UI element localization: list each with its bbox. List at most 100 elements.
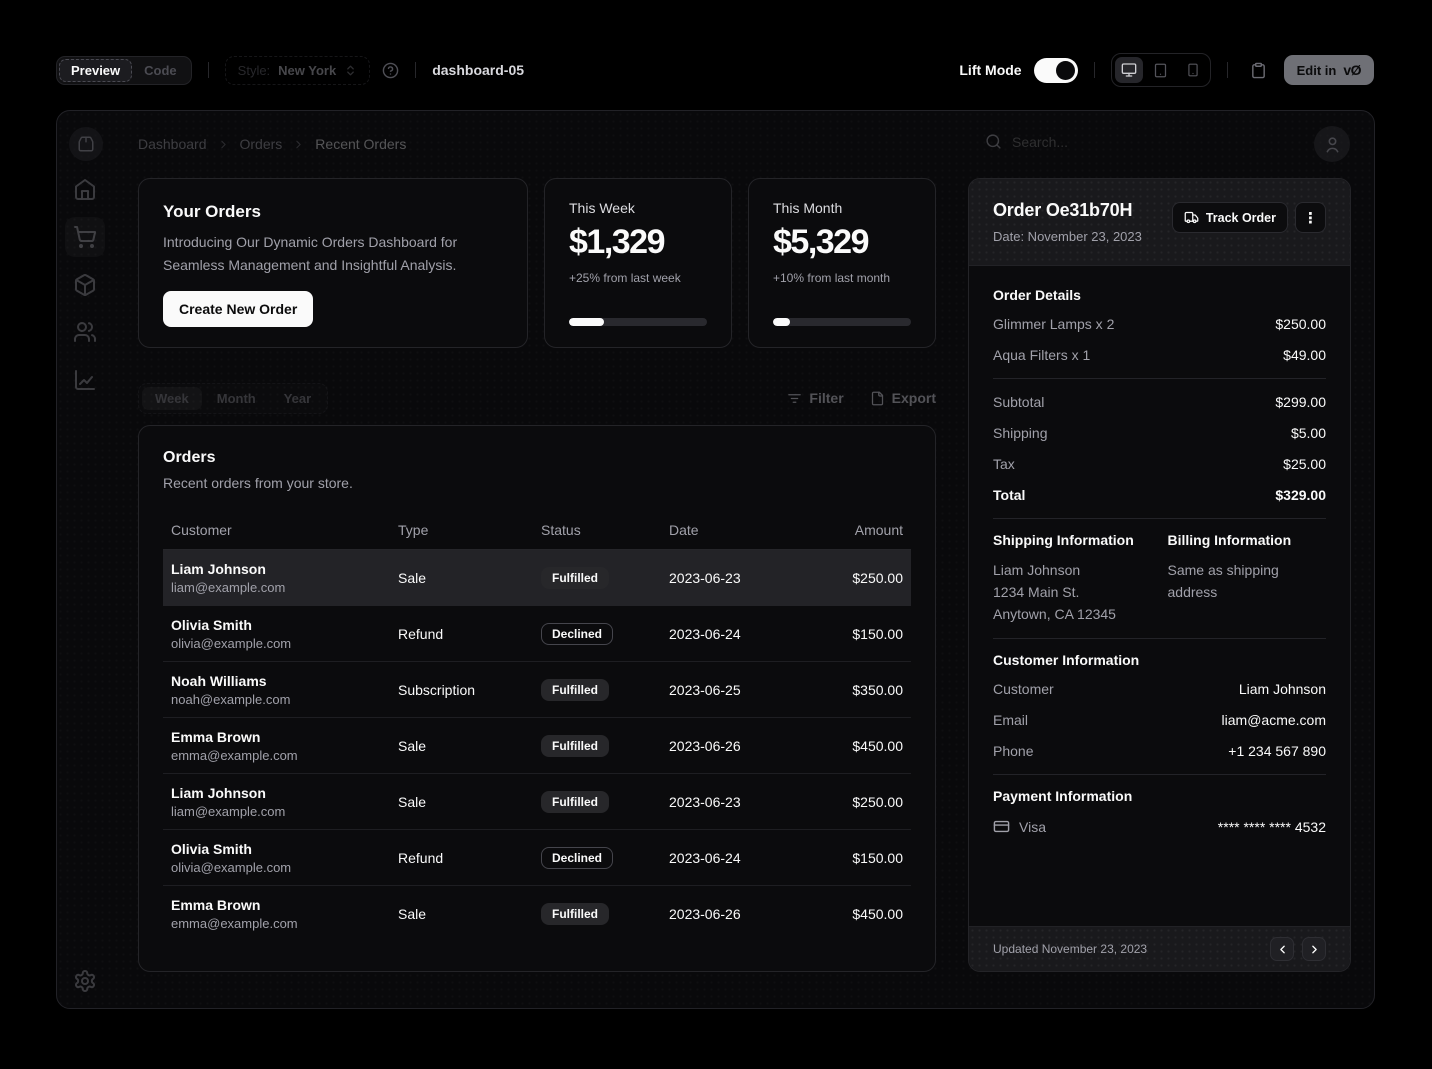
divider bbox=[993, 378, 1326, 379]
col-type: Type bbox=[390, 522, 533, 538]
shipping-info-heading: Shipping Information bbox=[993, 532, 1152, 548]
more-menu-button[interactable]: ⋮ bbox=[1295, 202, 1326, 233]
order-type: Refund bbox=[390, 626, 533, 642]
v0-logo-icon: vØ bbox=[1343, 62, 1361, 78]
search-icon bbox=[985, 133, 1002, 150]
next-order-button[interactable] bbox=[1302, 937, 1326, 961]
chevrons-up-down-icon bbox=[344, 64, 357, 77]
breadcrumb-dashboard[interactable]: Dashboard bbox=[138, 136, 207, 152]
breadcrumb-recent-orders: Recent Orders bbox=[315, 136, 406, 152]
track-order-button[interactable]: Track Order bbox=[1172, 202, 1288, 233]
settings-gear-icon bbox=[73, 969, 97, 993]
edit-in-v0-button[interactable]: Edit in vØ bbox=[1284, 55, 1374, 85]
table-row[interactable]: Liam Johnsonliam@example.com Sale Fulfil… bbox=[163, 550, 911, 606]
table-row[interactable]: Emma Brownemma@example.com Sale Fulfille… bbox=[163, 718, 911, 774]
order-amount: $450.00 bbox=[799, 906, 911, 922]
order-date-label: Date: November 23, 2023 bbox=[993, 229, 1142, 244]
smartphone-icon[interactable] bbox=[1179, 57, 1207, 83]
sidebar-item-home[interactable] bbox=[73, 177, 97, 201]
tab-preview[interactable]: Preview bbox=[59, 59, 132, 82]
truck-icon bbox=[1184, 210, 1199, 225]
order-detail-panel: Order Oe31b70H Date: November 23, 2023 T… bbox=[968, 178, 1351, 972]
order-date: 2023-06-23 bbox=[661, 794, 799, 810]
status-badge: Declined bbox=[541, 623, 613, 645]
tab-year[interactable]: Year bbox=[271, 387, 324, 410]
order-date: 2023-06-25 bbox=[661, 682, 799, 698]
tablet-icon[interactable] bbox=[1147, 57, 1175, 83]
customer-email: liam@example.com bbox=[171, 804, 382, 819]
customer-name: Olivia Smith bbox=[171, 617, 382, 633]
lift-mode-toggle[interactable] bbox=[1034, 58, 1078, 83]
total-amount: $329.00 bbox=[1275, 485, 1326, 505]
credit-card-icon bbox=[993, 818, 1010, 835]
preview-code-toggle: Preview Code bbox=[56, 56, 192, 85]
sidebar-item-products[interactable] bbox=[73, 273, 97, 297]
divider bbox=[993, 638, 1326, 639]
tab-week[interactable]: Week bbox=[142, 387, 202, 410]
table-row[interactable]: Olivia Smith olivia@example.com Refund De… bbox=[163, 606, 911, 662]
table-row[interactable]: Olivia Smitholivia@example.com Refund De… bbox=[163, 830, 911, 886]
total-amount: $25.00 bbox=[1283, 454, 1326, 474]
total-label: Subtotal bbox=[993, 392, 1044, 412]
user-avatar[interactable] bbox=[1314, 126, 1350, 162]
search-input[interactable] bbox=[1012, 134, 1262, 150]
filter-label: Filter bbox=[809, 390, 843, 406]
order-type: Refund bbox=[390, 850, 533, 866]
file-icon bbox=[870, 391, 885, 406]
export-button[interactable]: Export bbox=[870, 390, 936, 406]
toggle-knob bbox=[1056, 61, 1075, 80]
table-row[interactable]: Liam Johnsonliam@example.com Sale Fulfil… bbox=[163, 774, 911, 830]
style-select[interactable]: Style: New York bbox=[225, 56, 371, 85]
previous-order-button[interactable] bbox=[1270, 937, 1294, 961]
chevron-right-icon bbox=[292, 138, 305, 151]
package-icon bbox=[73, 273, 97, 297]
monitor-icon[interactable] bbox=[1115, 57, 1143, 83]
customer-email: liam@example.com bbox=[171, 580, 382, 595]
shipping-address: Liam Johnson 1234 Main St. Anytown, CA 1… bbox=[993, 559, 1152, 625]
search-field[interactable] bbox=[985, 133, 1285, 150]
col-customer: Customer bbox=[163, 522, 390, 538]
col-status: Status bbox=[533, 522, 661, 538]
order-date: 2023-06-26 bbox=[661, 906, 799, 922]
sidebar-item-analytics[interactable] bbox=[73, 368, 97, 392]
tax-row: Tax $25.00 bbox=[993, 454, 1326, 474]
subtotal-row: Subtotal $299.00 bbox=[993, 392, 1326, 412]
stat-delta: +10% from last month bbox=[773, 271, 911, 285]
table-header: Customer Type Status Date Amount bbox=[163, 510, 911, 550]
order-amount: $250.00 bbox=[799, 570, 911, 586]
updated-timestamp: Updated November 23, 2023 bbox=[993, 942, 1147, 956]
order-date: 2023-06-24 bbox=[661, 850, 799, 866]
sidebar-item-orders[interactable] bbox=[73, 225, 97, 249]
payment-info-heading: Payment Information bbox=[993, 788, 1326, 804]
toolbar-divider bbox=[415, 62, 416, 78]
col-date: Date bbox=[661, 522, 799, 538]
customer-email: olivia@example.com bbox=[171, 636, 382, 651]
home-icon bbox=[73, 177, 97, 201]
sidebar-item-customers[interactable] bbox=[73, 320, 97, 344]
total-amount: $299.00 bbox=[1275, 392, 1326, 412]
track-order-label: Track Order bbox=[1206, 211, 1276, 225]
billing-note: Same as shipping address bbox=[1168, 559, 1298, 603]
order-item: Glimmer Lamps x 2 $250.00 bbox=[993, 314, 1326, 334]
help-circle-icon[interactable] bbox=[382, 62, 399, 79]
tab-month[interactable]: Month bbox=[204, 387, 269, 410]
order-date: 2023-06-23 bbox=[661, 570, 799, 586]
breadcrumb-orders[interactable]: Orders bbox=[240, 136, 283, 152]
orders-table-card: Orders Recent orders from your store. Cu… bbox=[138, 425, 936, 972]
clipboard-icon[interactable] bbox=[1244, 55, 1274, 85]
customer-email: olivia@example.com bbox=[171, 860, 382, 875]
customer-info-heading: Customer Information bbox=[993, 652, 1326, 668]
create-new-order-button[interactable]: Create New Order bbox=[163, 291, 313, 327]
order-type: Sale bbox=[390, 906, 533, 922]
sidebar-item-settings[interactable] bbox=[73, 969, 97, 993]
table-row[interactable]: Emma Brownemma@example.com Sale Fulfille… bbox=[163, 886, 911, 942]
order-amount: $150.00 bbox=[799, 626, 911, 642]
chevron-right-icon bbox=[1308, 943, 1321, 956]
status-badge: Fulfilled bbox=[541, 567, 609, 589]
tab-code[interactable]: Code bbox=[132, 59, 189, 82]
filter-button[interactable]: Filter bbox=[787, 390, 843, 406]
customer-email: emma@example.com bbox=[171, 748, 382, 763]
dashboard-preview: Dashboard Orders Recent Orders Your Orde… bbox=[56, 110, 1375, 1009]
app-logo[interactable] bbox=[69, 127, 103, 161]
table-row[interactable]: Noah Williamsnoah@example.com Subscripti… bbox=[163, 662, 911, 718]
